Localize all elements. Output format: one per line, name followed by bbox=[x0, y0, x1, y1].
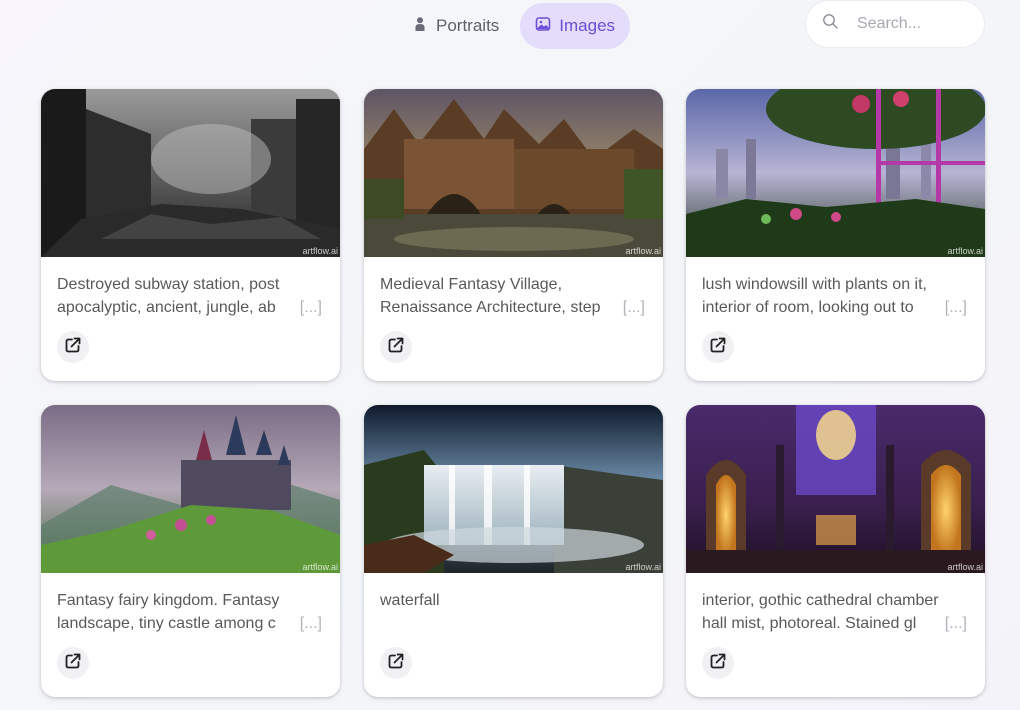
open-link-button[interactable] bbox=[57, 647, 89, 679]
external-link-icon bbox=[387, 336, 405, 359]
image-card[interactable]: artflow.ai lush windowsill with plants o… bbox=[686, 89, 985, 381]
open-link-button[interactable] bbox=[57, 331, 89, 363]
description-line-2: landscape, tiny castle among c bbox=[57, 615, 276, 632]
description-line-2: apocalyptic, ancient, jungle, ab bbox=[57, 299, 276, 316]
card-description: Destroyed subway station, post apocalypt… bbox=[57, 273, 324, 319]
card-thumbnail[interactable]: artflow.ai bbox=[364, 89, 663, 257]
watermark: artflow.ai bbox=[302, 562, 338, 572]
card-thumbnail[interactable]: artflow.ai bbox=[364, 405, 663, 573]
open-link-button[interactable] bbox=[702, 647, 734, 679]
more-indicator[interactable]: [...] bbox=[945, 296, 967, 319]
person-icon bbox=[412, 16, 428, 37]
watermark: artflow.ai bbox=[625, 562, 661, 572]
image-card[interactable]: artflow.ai Fantasy fairy kingdom. Fantas… bbox=[41, 405, 340, 697]
card-description: interior, gothic cathedral chamber hall … bbox=[702, 589, 969, 635]
more-indicator[interactable]: [...] bbox=[300, 612, 322, 635]
external-link-icon bbox=[64, 336, 82, 359]
open-link-button[interactable] bbox=[702, 331, 734, 363]
tab-images-label: Images bbox=[559, 16, 616, 35]
image-card[interactable]: artflow.ai Medieval Fantasy Village, Ren… bbox=[364, 89, 663, 381]
card-thumbnail[interactable]: artflow.ai bbox=[41, 405, 340, 573]
external-link-icon bbox=[387, 652, 405, 675]
image-icon bbox=[535, 16, 551, 37]
image-card[interactable]: artflow.ai interior, gothic cathedral ch… bbox=[686, 405, 985, 697]
watermark: artflow.ai bbox=[947, 246, 983, 256]
image-card[interactable]: artflow.ai Destroyed subway station, pos… bbox=[41, 89, 340, 381]
tab-portraits-label: Portraits bbox=[436, 16, 500, 35]
tab-images[interactable]: Images bbox=[520, 3, 631, 49]
description-line-2: hall mist, photoreal. Stained gl bbox=[702, 615, 917, 632]
description-line-2: interior of room, looking out to bbox=[702, 299, 914, 316]
card-thumbnail[interactable]: artflow.ai bbox=[686, 89, 985, 257]
description-line-2: Renaissance Architecture, step bbox=[380, 299, 601, 316]
watermark: artflow.ai bbox=[947, 562, 983, 572]
more-indicator[interactable]: [...] bbox=[945, 612, 967, 635]
description-line-1: lush windowsill with plants on it, bbox=[702, 276, 927, 293]
open-link-button[interactable] bbox=[380, 331, 412, 363]
card-thumbnail[interactable]: artflow.ai bbox=[686, 405, 985, 573]
more-indicator[interactable]: [...] bbox=[623, 296, 645, 319]
external-link-icon bbox=[709, 652, 727, 675]
external-link-icon bbox=[709, 336, 727, 359]
description-line-1: Destroyed subway station, post bbox=[57, 276, 280, 293]
card-description: Fantasy fairy kingdom. Fantasy landscape… bbox=[57, 589, 324, 635]
watermark: artflow.ai bbox=[302, 246, 338, 256]
description-line-1: Fantasy fairy kingdom. Fantasy bbox=[57, 592, 280, 609]
card-description: waterfall bbox=[380, 589, 647, 635]
description-line-1: interior, gothic cathedral chamber bbox=[702, 592, 939, 609]
card-description: lush windowsill with plants on it, inter… bbox=[702, 273, 969, 319]
description-line-1: waterfall bbox=[380, 592, 440, 609]
search-icon bbox=[822, 13, 839, 35]
description-line-1: Medieval Fantasy Village, bbox=[380, 276, 563, 293]
card-description: Medieval Fantasy Village, Renaissance Ar… bbox=[380, 273, 647, 319]
search-box[interactable] bbox=[805, 0, 985, 48]
more-indicator[interactable]: [...] bbox=[300, 296, 322, 319]
image-card[interactable]: artflow.ai waterfall bbox=[364, 405, 663, 697]
card-thumbnail[interactable]: artflow.ai bbox=[41, 89, 340, 257]
view-tabs: Portraits Images bbox=[397, 3, 631, 49]
external-link-icon bbox=[64, 652, 82, 675]
tab-portraits[interactable]: Portraits bbox=[397, 3, 514, 49]
watermark: artflow.ai bbox=[625, 246, 661, 256]
open-link-button[interactable] bbox=[380, 647, 412, 679]
search-input[interactable] bbox=[857, 15, 977, 33]
